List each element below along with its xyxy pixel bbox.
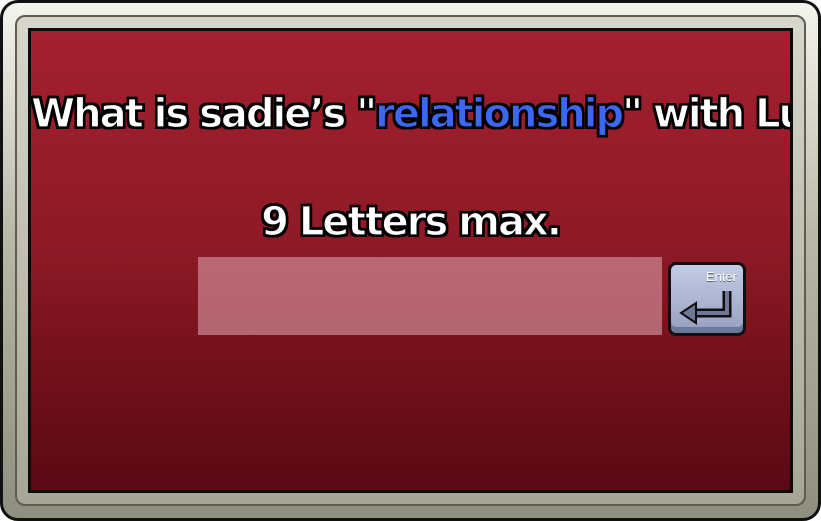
question-panel: What is sadie’s "relationship" with Luca… xyxy=(28,28,793,493)
question-text-before: What is sadie’s " xyxy=(31,90,378,137)
enter-key-label: Enter xyxy=(705,269,737,284)
question-highlight-word: relationship xyxy=(375,90,625,137)
letter-limit-hint: 9 Letters max. xyxy=(260,198,562,245)
question-text: What is sadie’s "relationship" with Luca… xyxy=(31,90,790,137)
enter-arrow-icon xyxy=(679,291,732,325)
answer-input[interactable] xyxy=(198,257,662,335)
enter-button[interactable]: Enter xyxy=(668,262,746,336)
question-text-after: " with Lucas? xyxy=(622,90,790,137)
